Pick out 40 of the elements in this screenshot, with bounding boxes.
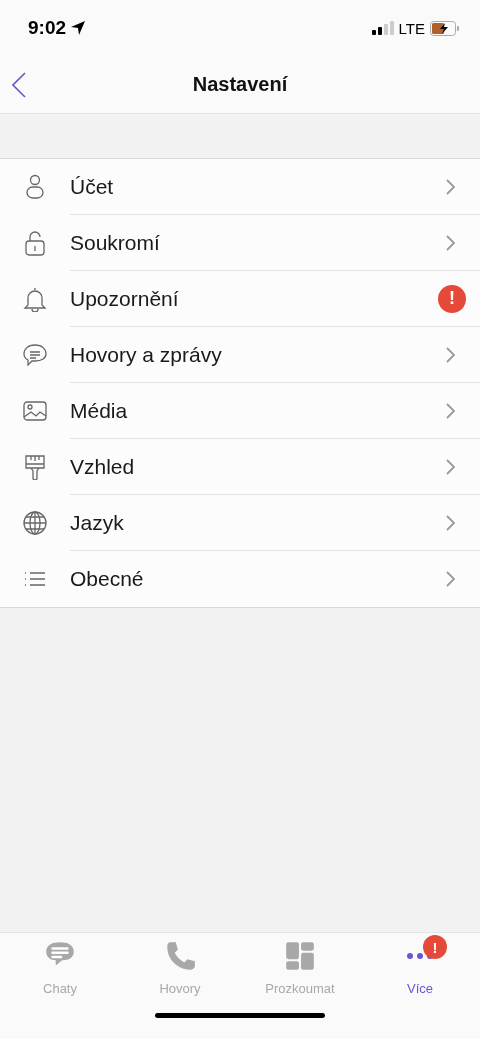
chevron-icon <box>446 458 456 475</box>
lock-icon <box>22 230 48 256</box>
status-time: 9:02 <box>28 17 67 39</box>
grid-icon <box>283 939 317 973</box>
back-icon[interactable] <box>12 72 26 98</box>
chevron-icon <box>446 346 456 363</box>
settings-row[interactable]: Hovory a zprávy <box>0 327 480 383</box>
image-icon <box>22 398 48 424</box>
network-label: LTE <box>398 19 425 37</box>
settings-row[interactable]: Média <box>0 383 480 439</box>
row-label: Upozornění <box>70 286 179 311</box>
location-icon <box>70 20 87 36</box>
chevron-icon <box>446 402 456 419</box>
chevron-icon <box>446 234 456 251</box>
settings-row[interactable]: Vzhled <box>0 439 480 495</box>
row-label: Obecné <box>70 567 144 591</box>
chevron-icon <box>446 571 456 587</box>
signal-icon <box>371 21 394 35</box>
settings-row[interactable]: Jazyk <box>0 495 480 551</box>
globe-icon <box>22 510 48 536</box>
paintbrush-icon <box>22 454 48 480</box>
row-label: Jazyk <box>70 510 124 535</box>
chat-bubble-icon <box>22 342 48 368</box>
settings-row[interactable]: Obecné <box>0 551 480 607</box>
row-label: Média <box>70 398 128 423</box>
battery-icon <box>430 20 460 36</box>
row-label: Soukromí <box>70 230 160 255</box>
row-label: Hovory a zprávy <box>70 342 222 367</box>
alert-badge: ! <box>438 284 466 313</box>
bell-icon <box>22 286 48 312</box>
chevron-icon <box>446 178 456 195</box>
tab[interactable]: ! Více <box>360 933 480 1001</box>
settings-row[interactable]: Účet <box>0 159 480 215</box>
row-label: Vzhled <box>70 454 135 479</box>
row-label: Účet <box>70 174 114 199</box>
settings-row[interactable]: Soukromí <box>0 215 480 271</box>
settings-row[interactable]: Upozornění ! <box>0 271 480 327</box>
chevron-icon <box>446 514 456 531</box>
alert-badge: ! <box>423 935 447 959</box>
screen-title: Nastavení <box>192 73 288 96</box>
